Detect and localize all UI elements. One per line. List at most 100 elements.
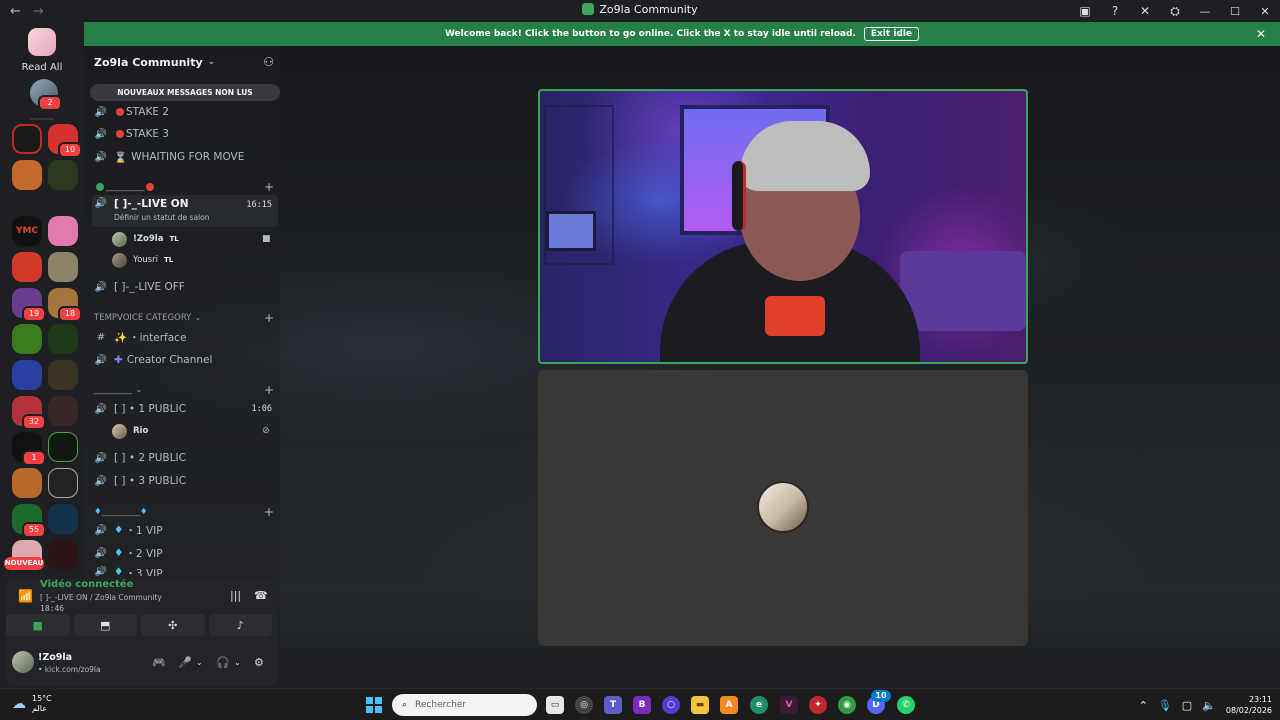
new-unreads-pill[interactable]: NOUVEAU [4,557,44,570]
weather-widget[interactable]: ☁ 15°C عالم [12,694,52,714]
channel-vip-1[interactable]: 🔊 ♦ ・1 VIP [92,520,278,540]
chevron-down-icon[interactable]: ⌄ [196,658,203,667]
server-icon-24[interactable] [48,540,78,570]
app-icon-a[interactable]: A [720,696,738,714]
voice-user-zo9la[interactable]: !Zo9la TL ■ [112,229,271,249]
server-icon-13[interactable] [12,360,42,390]
exit-idle-button[interactable]: Exit idle [863,27,920,41]
plus-icon[interactable]: + [264,383,274,397]
edge-icon[interactable]: e [750,696,768,714]
server-icon-18[interactable] [48,432,78,462]
channel-vip-3[interactable]: 🔊 ♦ ・3 VIP [92,566,278,576]
app-icon-1[interactable]: ◎ [575,696,593,714]
server-icon-21[interactable]: 55 [12,504,46,538]
microphone-tray-icon[interactable]: 🎙 [1158,699,1172,712]
avatar[interactable] [12,651,34,673]
server-icon-14[interactable] [48,360,78,390]
category-tempvoice[interactable]: TEMPVOICE CATEGORY ⌄ + [94,311,278,325]
guild-header[interactable]: Zo9la Community ⌄ ⚇ [84,46,280,78]
category-vip[interactable]: ♦ _________ ♦ + [94,505,278,519]
read-all-button[interactable]: Read All [14,28,70,73]
server-icon-11[interactable] [12,324,42,354]
discord-icon[interactable]: D 10 [867,690,891,714]
disconnect-icon[interactable]: ☎ [254,589,268,602]
close-icon[interactable]: ✕ [1256,27,1266,41]
server-icon-6[interactable] [48,216,78,246]
server-icon-17[interactable]: 1 [12,432,46,466]
server-icon-7[interactable] [12,252,42,282]
channel-interface[interactable]: # ✨ ・interface [92,327,278,347]
task-view-icon[interactable]: ▭ [546,696,564,714]
volume-icon[interactable]: 🔈 [1202,699,1216,712]
channel-live-off[interactable]: 🔊 [ ]-_-LIVE OFF [92,277,278,297]
unread-messages-pill[interactable]: NOUVEAUX MESSAGES NON LUS [90,84,280,101]
app-icon-v[interactable]: V [780,696,798,714]
server-icon-2[interactable]: 10 [48,124,82,158]
voice-user-rio[interactable]: Rio ⊘ [112,421,270,441]
channel-status-hint[interactable]: Définir un statut de salon [114,213,209,222]
server-icon-9[interactable]: 19 [12,288,46,322]
plus-icon[interactable]: + [264,505,274,519]
chevron-down-icon[interactable]: ⌄ [234,658,241,667]
windows-start-icon[interactable] [366,697,382,713]
channel-public-3[interactable]: 🔊 [ ] • 3 PUBLIC [92,471,278,491]
inbox-icon[interactable]: ▣ [1070,0,1100,22]
teams-icon[interactable]: T [604,696,622,714]
camera-button[interactable]: ■ [6,614,70,636]
channel-stake3[interactable]: 🔊 STAKE 3 [92,124,278,144]
plus-icon[interactable]: + [264,180,274,194]
activities-button[interactable]: ✣ [141,614,205,636]
server-icon-16[interactable] [48,396,78,426]
monitor-icon[interactable]: ▢ [1182,699,1192,712]
plus-icon[interactable]: + [264,311,274,325]
soundboard-button[interactable]: ♪ [208,614,272,636]
dm-avatar[interactable]: 2 [30,79,62,111]
server-icon-4[interactable] [48,160,78,190]
server-icon-22[interactable] [48,504,78,534]
video-tile-streamer[interactable] [538,89,1028,364]
app-icon-red[interactable]: ✦ [809,696,827,714]
channel-stake2[interactable]: 🔊 STAKE 2 [92,102,278,122]
taskbar-search[interactable]: ⌕ Rechercher [392,694,537,716]
gear-icon[interactable]: ⚙ [254,656,264,669]
server-icon-1[interactable] [12,124,42,154]
channel-public-2[interactable]: 🔊 [ ] • 2 PUBLIC [92,448,278,468]
minimize-button[interactable]: — [1190,0,1220,22]
maximize-button[interactable]: ☐ [1220,0,1250,22]
category-public[interactable]: _________ ⌄ + [94,383,278,397]
update-icon[interactable]: ⛭ [1160,0,1190,22]
tools-icon[interactable]: ✕ [1130,0,1160,22]
channel-public-1[interactable]: 🔊 [ ] • 1 PUBLIC 1:06 [92,399,278,419]
microphone-icon[interactable]: 🎤 [178,656,192,669]
headphones-icon[interactable]: 🎧 [216,656,230,669]
back-arrow-icon[interactable]: ← [10,4,21,19]
voice-channel[interactable]: [ ]-_-LIVE ON / Zo9la Community [40,593,162,602]
voice-user-yousri[interactable]: Yousri TL [112,250,173,270]
screen-share-button[interactable]: ⬒ [73,614,137,636]
category-1[interactable]: _________ + [94,180,278,194]
channel-live-on[interactable]: 🔊 [ ]-_-LIVE ON Définir un statut de sal… [92,195,278,227]
forward-arrow-icon[interactable]: → [33,4,44,19]
server-icon-12[interactable] [48,324,78,354]
server-icon-19[interactable] [12,468,42,498]
server-icon-8[interactable] [48,252,78,282]
noise-suppression-icon[interactable]: ||| [230,589,241,602]
server-icon-15[interactable]: 32 [12,396,46,430]
voice-status[interactable]: Vidéo connectée [40,579,133,590]
close-window-button[interactable]: ✕ [1250,0,1280,22]
channel-creator[interactable]: 🔊 ✚ Creator Channel [92,350,278,370]
video-tile-participant[interactable] [538,370,1028,646]
channel-vip-2[interactable]: 🔊 ♦ ・2 VIP [92,543,278,563]
gamepad-icon[interactable]: 🎮 [152,656,166,669]
app-icon-circle[interactable]: ○ [662,696,680,714]
help-icon[interactable]: ? [1100,0,1130,22]
user-name[interactable]: !Zo9la [38,652,72,663]
clock[interactable]: 23:11 08/02/2026 [1226,694,1272,716]
server-icon-3[interactable] [12,160,42,190]
channel-waiting[interactable]: 🔊 ⌛ WHAITING FOR MOVE [92,147,278,167]
add-member-icon[interactable]: ⚇ [263,55,274,69]
chrome-icon[interactable]: ◉ [838,696,856,714]
server-icon-20[interactable] [48,468,78,498]
chevron-up-icon[interactable]: ⌃ [1139,699,1148,712]
app-icon-b[interactable]: B [633,696,651,714]
